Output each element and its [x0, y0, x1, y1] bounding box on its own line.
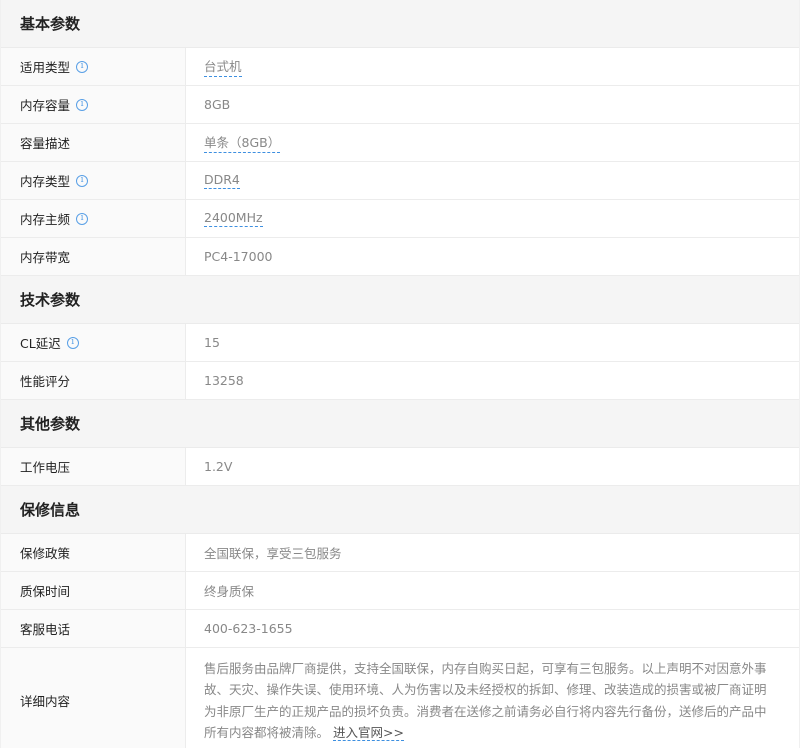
section-title-warranty: 保修信息: [1, 486, 799, 534]
info-icon[interactable]: i: [76, 212, 89, 225]
info-icon[interactable]: i: [76, 174, 89, 187]
param-key: 内存容量 i: [1, 86, 186, 123]
param-key: 容量描述: [1, 124, 186, 161]
param-row: 内存主频 i 2400MHz: [1, 200, 799, 238]
section-title-basic: 基本参数: [1, 0, 799, 48]
param-value-link[interactable]: 2400MHz: [204, 210, 263, 227]
params-table: 基本参数 适用类型 i 台式机 内存容量 i 8GB 容量描述 单条（8GB） 内存…: [0, 0, 800, 748]
param-value: 台式机: [186, 48, 799, 85]
detail-text: 售后服务由品牌厂商提供，支持全国联保，内存自购买日起，可享有三包服务。以上声明不…: [204, 658, 773, 744]
param-row: 质保时间 终身质保: [1, 572, 799, 610]
param-key: 内存带宽: [1, 238, 186, 275]
param-value: 13258: [204, 373, 244, 388]
param-key: 内存主频 i: [1, 200, 186, 237]
param-value: 终身质保: [204, 584, 255, 599]
param-row: 客服电话 400-623-1655: [1, 610, 799, 648]
param-value: PC4-17000: [204, 249, 273, 264]
param-key-label: 内存类型: [20, 174, 71, 189]
param-value-link[interactable]: 单条（8GB）: [204, 132, 281, 153]
param-key-label: 内存容量: [20, 98, 71, 113]
param-key: 工作电压: [1, 448, 186, 485]
param-value: 1.2V: [204, 459, 233, 474]
param-key: 客服电话: [1, 610, 186, 647]
param-row: 性能评分 13258: [1, 362, 799, 400]
param-key: 详细内容: [1, 648, 186, 748]
param-value-link[interactable]: DDR4: [204, 172, 240, 189]
param-key-label: CL延迟: [20, 336, 61, 351]
param-value: 单条（8GB）: [186, 124, 799, 161]
param-key: CL延迟 i: [1, 324, 186, 361]
param-value: 400-623-1655: [204, 621, 293, 636]
param-row: 保修政策 全国联保，享受三包服务: [1, 534, 799, 572]
param-key-label: 适用类型: [20, 60, 71, 75]
param-key: 保修政策: [1, 534, 186, 571]
official-site-link[interactable]: 进入官网>>: [333, 725, 404, 741]
param-value: 全国联保，享受三包服务: [204, 546, 342, 561]
param-row: 适用类型 i 台式机: [1, 48, 799, 86]
info-icon[interactable]: i: [76, 98, 89, 111]
param-value-link[interactable]: 台式机: [204, 56, 242, 77]
param-row: 内存类型 i DDR4: [1, 162, 799, 200]
param-key: 适用类型 i: [1, 48, 186, 85]
param-key: 质保时间: [1, 572, 186, 609]
param-key-label: 内存主频: [20, 212, 71, 227]
param-value: 8GB: [204, 97, 231, 112]
param-value: 15: [204, 335, 220, 350]
param-row: CL延迟 i 15: [1, 324, 799, 362]
detail-value: 售后服务由品牌厂商提供，支持全国联保，内存自购买日起，可享有三包服务。以上声明不…: [186, 648, 799, 748]
section-title-tech: 技术参数: [1, 276, 799, 324]
param-key: 内存类型 i: [1, 162, 186, 199]
info-icon[interactable]: i: [66, 336, 79, 349]
param-value: DDR4: [186, 162, 799, 199]
param-row: 容量描述 单条（8GB）: [1, 124, 799, 162]
section-title-other: 其他参数: [1, 400, 799, 448]
info-icon[interactable]: i: [76, 60, 89, 73]
param-row: 内存带宽 PC4-17000: [1, 238, 799, 276]
detail-paragraph: 售后服务由品牌厂商提供，支持全国联保，内存自购买日起，可享有三包服务。以上声明不…: [204, 660, 767, 741]
param-key: 性能评分: [1, 362, 186, 399]
param-row: 工作电压 1.2V: [1, 448, 799, 486]
param-value: 2400MHz: [186, 200, 799, 237]
detail-row: 详细内容 售后服务由品牌厂商提供，支持全国联保，内存自购买日起，可享有三包服务。…: [1, 648, 799, 748]
param-row: 内存容量 i 8GB: [1, 86, 799, 124]
